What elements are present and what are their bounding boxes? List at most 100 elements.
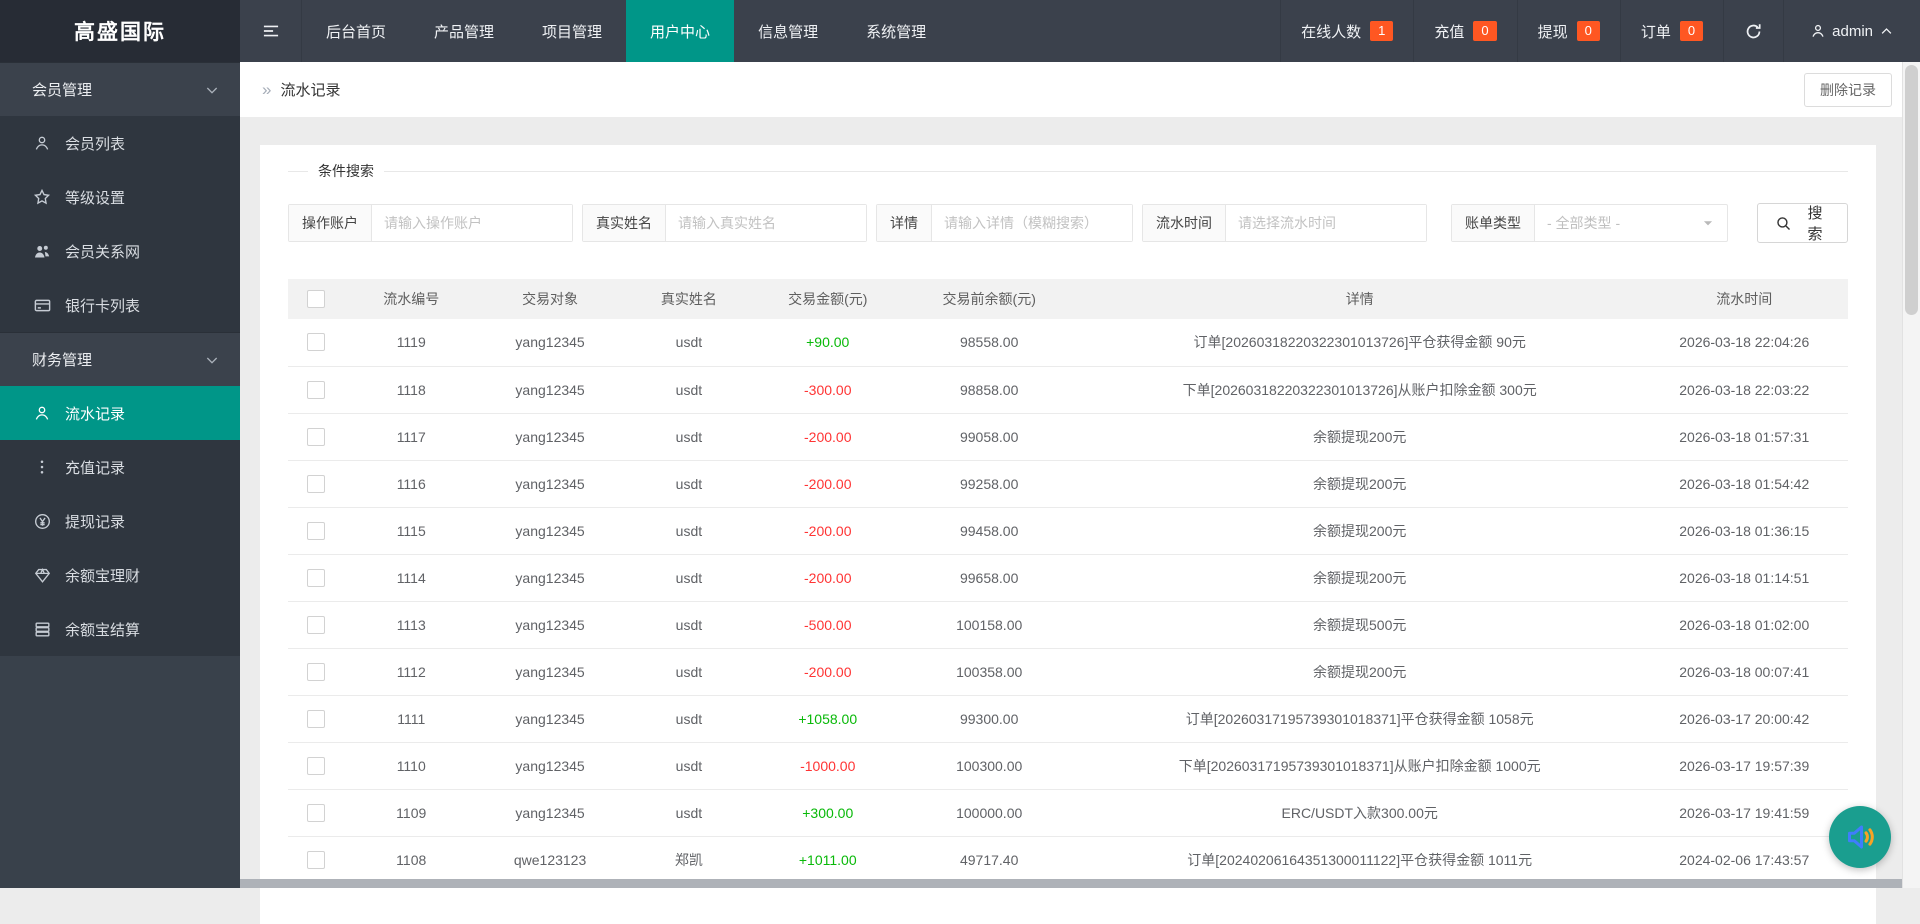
- cell-real-name: usdt: [622, 460, 756, 507]
- cell-real-name: 郑凯: [622, 836, 756, 883]
- sidebar-section-finance[interactable]: 财务管理: [0, 332, 240, 386]
- cell-detail: 余额提现200元: [1079, 413, 1641, 460]
- table-row: 1110 yang12345 usdt -1000.00 100300.00 下…: [288, 742, 1848, 789]
- sidebar-item-label: 提现记录: [65, 511, 125, 532]
- cell-flow-id: 1109: [344, 789, 478, 836]
- row-checkbox[interactable]: [307, 522, 325, 540]
- cell-account: yang12345: [478, 554, 622, 601]
- table-row: 1108 qwe123123 郑凯 +1011.00 49717.40 订单[2…: [288, 836, 1848, 883]
- sidebar-item[interactable]: 提现记录: [0, 494, 240, 548]
- topbar-status-item[interactable]: 订单 0: [1620, 0, 1723, 62]
- cell-time: 2026-03-18 01:57:31: [1641, 413, 1849, 460]
- table-row: 1111 yang12345 usdt +1058.00 99300.00 订单…: [288, 695, 1848, 742]
- row-checkbox[interactable]: [307, 757, 325, 775]
- row-checkbox[interactable]: [307, 616, 325, 634]
- cell-time: 2026-03-18 01:54:42: [1641, 460, 1849, 507]
- server-icon: [32, 620, 52, 639]
- cell-flow-id: 1110: [344, 742, 478, 789]
- sidebar-item[interactable]: 会员关系网: [0, 224, 240, 278]
- topbar-nav-item[interactable]: 后台首页: [302, 0, 410, 62]
- refresh-button[interactable]: [1723, 0, 1783, 62]
- breadcrumb-bar: » 流水记录 删除记录: [240, 62, 1902, 117]
- cell-balance: 100000.00: [900, 789, 1079, 836]
- row-checkbox[interactable]: [307, 569, 325, 587]
- sidebar-item[interactable]: 充值记录: [0, 440, 240, 494]
- search-input[interactable]: [932, 205, 1132, 241]
- table-row: 1116 yang12345 usdt -200.00 99258.00 余额提…: [288, 460, 1848, 507]
- users-icon: [32, 242, 52, 261]
- column-header: 交易对象: [478, 279, 622, 319]
- scrollbar-thumb[interactable]: [1905, 65, 1918, 315]
- star-icon: [32, 188, 52, 206]
- sidebar-item[interactable]: 流水记录: [0, 386, 240, 440]
- status-label: 提现: [1538, 21, 1568, 42]
- cell-amount: -200.00: [756, 507, 900, 554]
- column-header: 真实姓名: [622, 279, 756, 319]
- cell-flow-id: 1118: [344, 366, 478, 413]
- column-header: 流水编号: [344, 279, 478, 319]
- table-row: 1109 yang12345 usdt +300.00 100000.00 ER…: [288, 789, 1848, 836]
- status-badge: 0: [1680, 21, 1703, 41]
- topbar-status-item[interactable]: 充值 0: [1413, 0, 1516, 62]
- status-label: 充值: [1434, 21, 1464, 42]
- cell-flow-id: 1111: [344, 695, 478, 742]
- cell-detail: 余额提现200元: [1079, 648, 1641, 695]
- cell-amount: -200.00: [756, 460, 900, 507]
- search-button[interactable]: 搜 索: [1757, 203, 1848, 243]
- search-field-label: 详情: [877, 205, 932, 241]
- cell-detail: 余额提现200元: [1079, 554, 1641, 601]
- search-input[interactable]: [372, 205, 572, 241]
- search-field-label: 真实姓名: [583, 205, 666, 241]
- row-checkbox[interactable]: [307, 428, 325, 446]
- topbar-nav-item[interactable]: 信息管理: [734, 0, 842, 62]
- row-checkbox[interactable]: [307, 804, 325, 822]
- sidebar-item[interactable]: 余额宝结算: [0, 602, 240, 656]
- sidebar-item-label: 等级设置: [65, 187, 125, 208]
- row-checkbox[interactable]: [307, 851, 325, 869]
- sidebar-item[interactable]: 等级设置: [0, 170, 240, 224]
- search-input[interactable]: [666, 205, 866, 241]
- table-row: 1115 yang12345 usdt -200.00 99458.00 余额提…: [288, 507, 1848, 554]
- select-all-checkbox[interactable]: [307, 290, 325, 308]
- cell-account: yang12345: [478, 648, 622, 695]
- cell-real-name: usdt: [622, 648, 756, 695]
- cell-balance: 99058.00: [900, 413, 1079, 460]
- row-checkbox[interactable]: [307, 381, 325, 399]
- table-row: 1117 yang12345 usdt -200.00 99058.00 余额提…: [288, 413, 1848, 460]
- user-icon: [32, 134, 52, 152]
- delete-records-button[interactable]: 删除记录: [1804, 73, 1892, 107]
- cell-real-name: usdt: [622, 507, 756, 554]
- topbar-nav-item[interactable]: 系统管理: [842, 0, 950, 62]
- sidebar-item[interactable]: 余额宝理财: [0, 548, 240, 602]
- cell-real-name: usdt: [622, 319, 756, 366]
- topbar-nav-item[interactable]: 用户中心: [626, 0, 734, 62]
- sidebar-item[interactable]: 银行卡列表: [0, 278, 240, 332]
- topbar-nav-item[interactable]: 产品管理: [410, 0, 518, 62]
- sidebar-item-label: 银行卡列表: [65, 295, 140, 316]
- row-checkbox[interactable]: [307, 710, 325, 728]
- row-checkbox[interactable]: [307, 333, 325, 351]
- row-checkbox[interactable]: [307, 475, 325, 493]
- bill-type-select[interactable]: - 全部类型 -: [1535, 205, 1727, 241]
- sidebar-toggle-button[interactable]: [240, 0, 302, 62]
- search-input[interactable]: [1226, 205, 1426, 241]
- sidebar-item-label: 充值记录: [65, 457, 125, 478]
- status-badge: 0: [1473, 21, 1496, 41]
- user-menu[interactable]: admin: [1783, 0, 1920, 62]
- sound-notification-button[interactable]: [1829, 806, 1891, 868]
- topbar-nav-item[interactable]: 项目管理: [518, 0, 626, 62]
- cell-account: yang12345: [478, 507, 622, 554]
- cell-flow-id: 1115: [344, 507, 478, 554]
- sidebar-section-members[interactable]: 会员管理: [0, 62, 240, 116]
- app-logo: 高盛国际: [0, 0, 240, 62]
- cell-flow-id: 1113: [344, 601, 478, 648]
- search-field-group: 操作账户: [288, 204, 573, 242]
- sidebar-item[interactable]: 会员列表: [0, 116, 240, 170]
- search-field-label: 流水时间: [1143, 205, 1226, 241]
- username: admin: [1832, 23, 1873, 40]
- topbar-status-item[interactable]: 提现 0: [1517, 0, 1620, 62]
- cell-account: yang12345: [478, 601, 622, 648]
- row-checkbox[interactable]: [307, 663, 325, 681]
- topbar-status-item[interactable]: 在线人数 1: [1280, 0, 1413, 62]
- vertical-scrollbar[interactable]: [1902, 62, 1920, 888]
